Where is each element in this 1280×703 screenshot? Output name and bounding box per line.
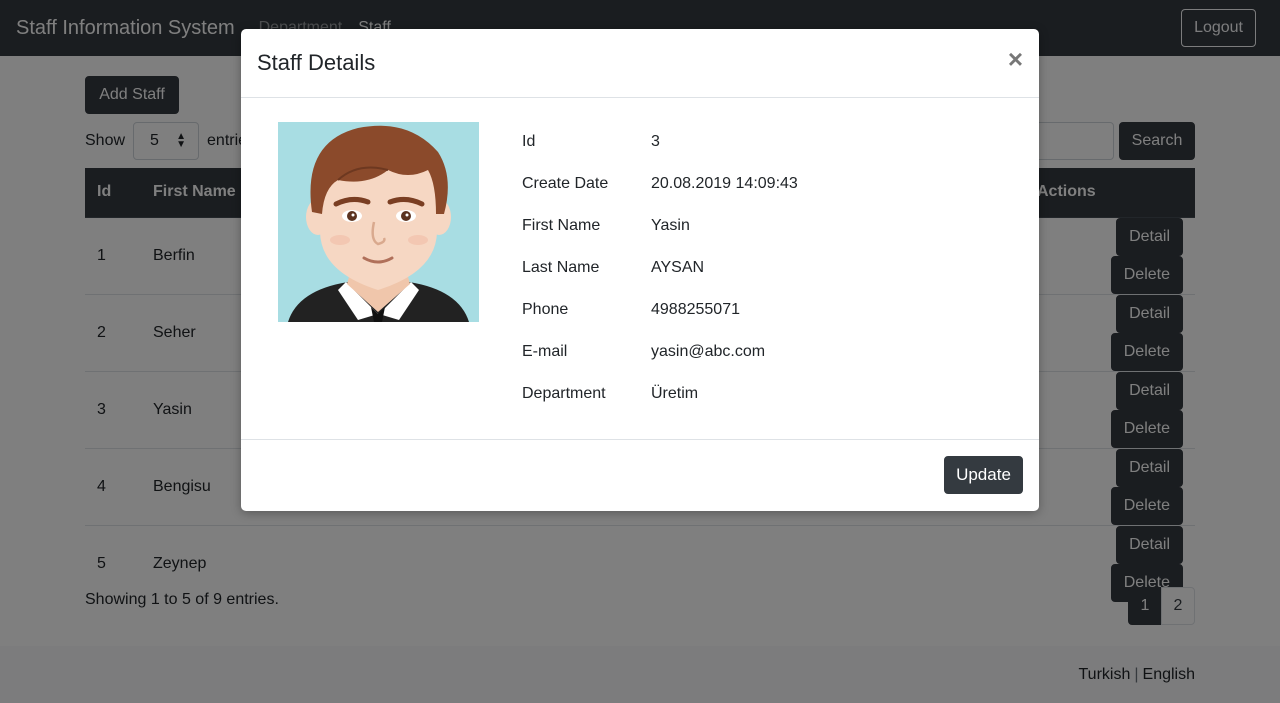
detail-row-create-date: Create Date 20.08.2019 14:09:43 xyxy=(522,163,798,205)
close-icon[interactable]: × xyxy=(1008,46,1023,72)
detail-label: Last Name xyxy=(522,259,600,276)
detail-label: Phone xyxy=(522,301,569,318)
update-button[interactable]: Update xyxy=(944,456,1023,494)
detail-label: Department xyxy=(522,385,606,402)
detail-label: First Name xyxy=(522,217,601,234)
detail-value: 20.08.2019 14:09:43 xyxy=(651,175,798,192)
detail-row-department: Department Üretim xyxy=(522,373,798,415)
detail-row-phone: Phone 4988255071 xyxy=(522,289,798,331)
modal-body: Id 3 Create Date 20.08.2019 14:09:43 Fir… xyxy=(241,98,1039,440)
detail-value: yasin@abc.com xyxy=(651,343,766,360)
modal-title: Staff Details xyxy=(257,50,376,75)
detail-value: 3 xyxy=(651,133,660,150)
detail-label: Id xyxy=(522,133,536,150)
staff-details-list: Id 3 Create Date 20.08.2019 14:09:43 Fir… xyxy=(522,121,798,415)
detail-value: 4988255071 xyxy=(651,301,740,318)
detail-row-email: E-mail yasin@abc.com xyxy=(522,331,798,373)
modal-header: Staff Details × xyxy=(241,29,1039,98)
staff-avatar xyxy=(278,122,479,322)
detail-label: Create Date xyxy=(522,175,609,192)
detail-row-last-name: Last Name AYSAN xyxy=(522,247,798,289)
detail-row-first-name: First Name Yasin xyxy=(522,205,798,247)
modal-footer: Update xyxy=(241,440,1039,510)
detail-value: Üretim xyxy=(651,385,699,402)
staff-details-modal: Staff Details × Id 3 Create Date 20.08.2… xyxy=(241,29,1039,511)
detail-row-id: Id 3 xyxy=(522,121,798,163)
detail-value: AYSAN xyxy=(651,259,705,276)
detail-value: Yasin xyxy=(651,217,690,234)
detail-label: E-mail xyxy=(522,343,568,360)
